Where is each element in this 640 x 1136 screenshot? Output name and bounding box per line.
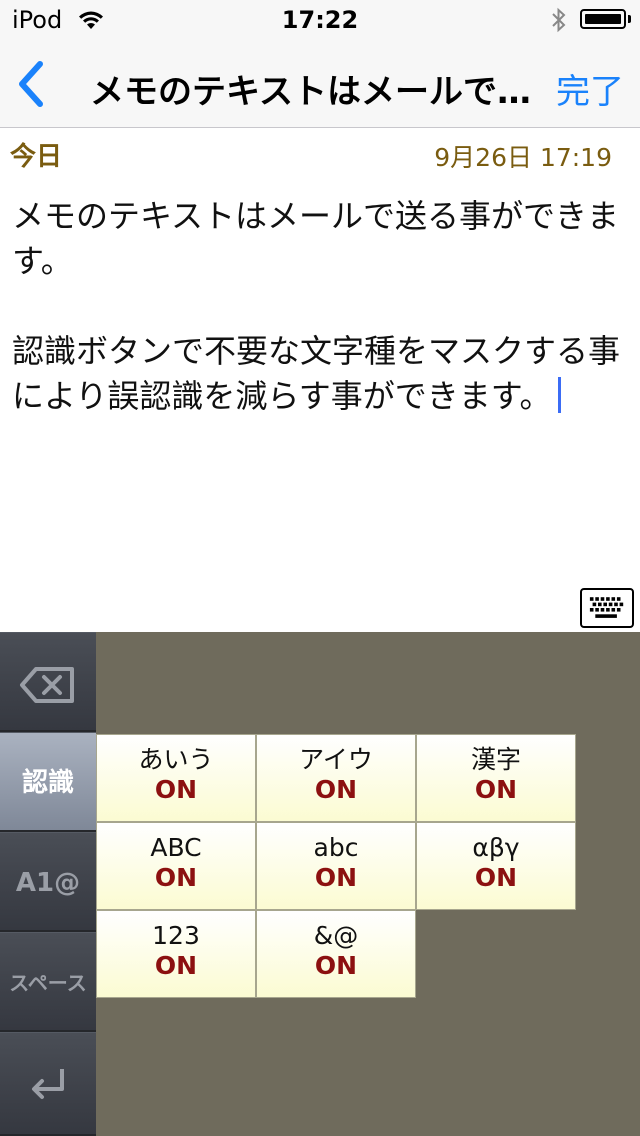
recognition-keyboard: 認識 A1@ スペース あいう ON アイウ ON 漢字 ON ABC ON a… bbox=[0, 632, 640, 1136]
note-text-area[interactable]: メモのテキストはメールで送る事ができます。 認識ボタンで不要な文字種をマスクする… bbox=[12, 194, 626, 419]
alnum-key-label: A1@ bbox=[15, 868, 81, 898]
char-type-lowercase[interactable]: abc ON bbox=[256, 822, 416, 910]
char-type-state: ON bbox=[154, 951, 198, 980]
note-paragraph-2: 認識ボタンで不要な文字種をマスクする事により誤認識を減らす事ができます。 bbox=[12, 332, 621, 415]
char-type-state: ON bbox=[474, 775, 518, 804]
char-type-state: ON bbox=[314, 863, 358, 892]
char-type-name: αβγ bbox=[472, 833, 520, 862]
char-type-name: あいう bbox=[138, 745, 214, 774]
clock: 17:22 bbox=[281, 6, 359, 34]
recognize-key[interactable]: 認識 bbox=[0, 732, 96, 832]
char-type-kanji[interactable]: 漢字 ON bbox=[416, 734, 576, 822]
backspace-icon bbox=[20, 667, 74, 703]
char-type-symbols[interactable]: &@ ON bbox=[256, 910, 416, 998]
char-type-name: abc bbox=[313, 833, 359, 862]
note-date: 9月26日 17:19 bbox=[434, 143, 612, 172]
delete-key[interactable] bbox=[0, 632, 96, 732]
return-icon bbox=[32, 1069, 64, 1099]
char-type-name: アイウ bbox=[299, 745, 373, 774]
battery-tip bbox=[628, 15, 631, 23]
char-type-katakana[interactable]: アイウ ON bbox=[256, 734, 416, 822]
char-type-name: 漢字 bbox=[470, 745, 521, 774]
char-type-name: ABC bbox=[150, 833, 202, 862]
done-button[interactable]: 完了 bbox=[556, 64, 624, 113]
space-key[interactable]: スペース bbox=[0, 932, 96, 1032]
page-title: メモのテキストはメールで… bbox=[90, 72, 531, 112]
char-type-state: ON bbox=[314, 775, 358, 804]
char-type-state: ON bbox=[154, 863, 198, 892]
note-paragraph-1: メモのテキストはメールで送る事ができます。 bbox=[12, 197, 620, 280]
char-type-state: ON bbox=[314, 951, 358, 980]
note-paragraph-2-wrap: 認識ボタンで不要な文字種をマスクする事により誤認識を減らす事ができます。 bbox=[12, 329, 626, 419]
return-key[interactable] bbox=[0, 1032, 96, 1136]
char-type-digits[interactable]: 123 ON bbox=[96, 910, 256, 998]
text-cursor bbox=[557, 377, 561, 413]
recognize-key-label: 認識 bbox=[21, 768, 74, 798]
battery-icon bbox=[580, 9, 626, 29]
chevron-left-icon[interactable] bbox=[14, 60, 48, 108]
char-type-greek[interactable]: αβγ ON bbox=[416, 822, 576, 910]
char-type-name: 123 bbox=[152, 921, 200, 950]
char-type-state: ON bbox=[474, 863, 518, 892]
bluetooth-icon bbox=[552, 7, 566, 33]
alnum-key[interactable]: A1@ bbox=[0, 832, 96, 932]
char-type-uppercase[interactable]: ABC ON bbox=[96, 822, 256, 910]
char-type-name: &@ bbox=[313, 921, 359, 950]
side-key-column: 認識 A1@ スペース bbox=[0, 632, 96, 1136]
char-type-state: ON bbox=[154, 775, 198, 804]
char-type-hiragana[interactable]: あいう ON bbox=[96, 734, 256, 822]
navigation-bar: メモのテキストはメールで… 完了 bbox=[0, 40, 640, 128]
status-bar: iPod 17:22 bbox=[0, 0, 640, 40]
day-label: 今日 bbox=[10, 142, 63, 172]
space-key-label: スペース bbox=[9, 971, 87, 995]
keyboard-hide-icon[interactable] bbox=[580, 588, 634, 628]
